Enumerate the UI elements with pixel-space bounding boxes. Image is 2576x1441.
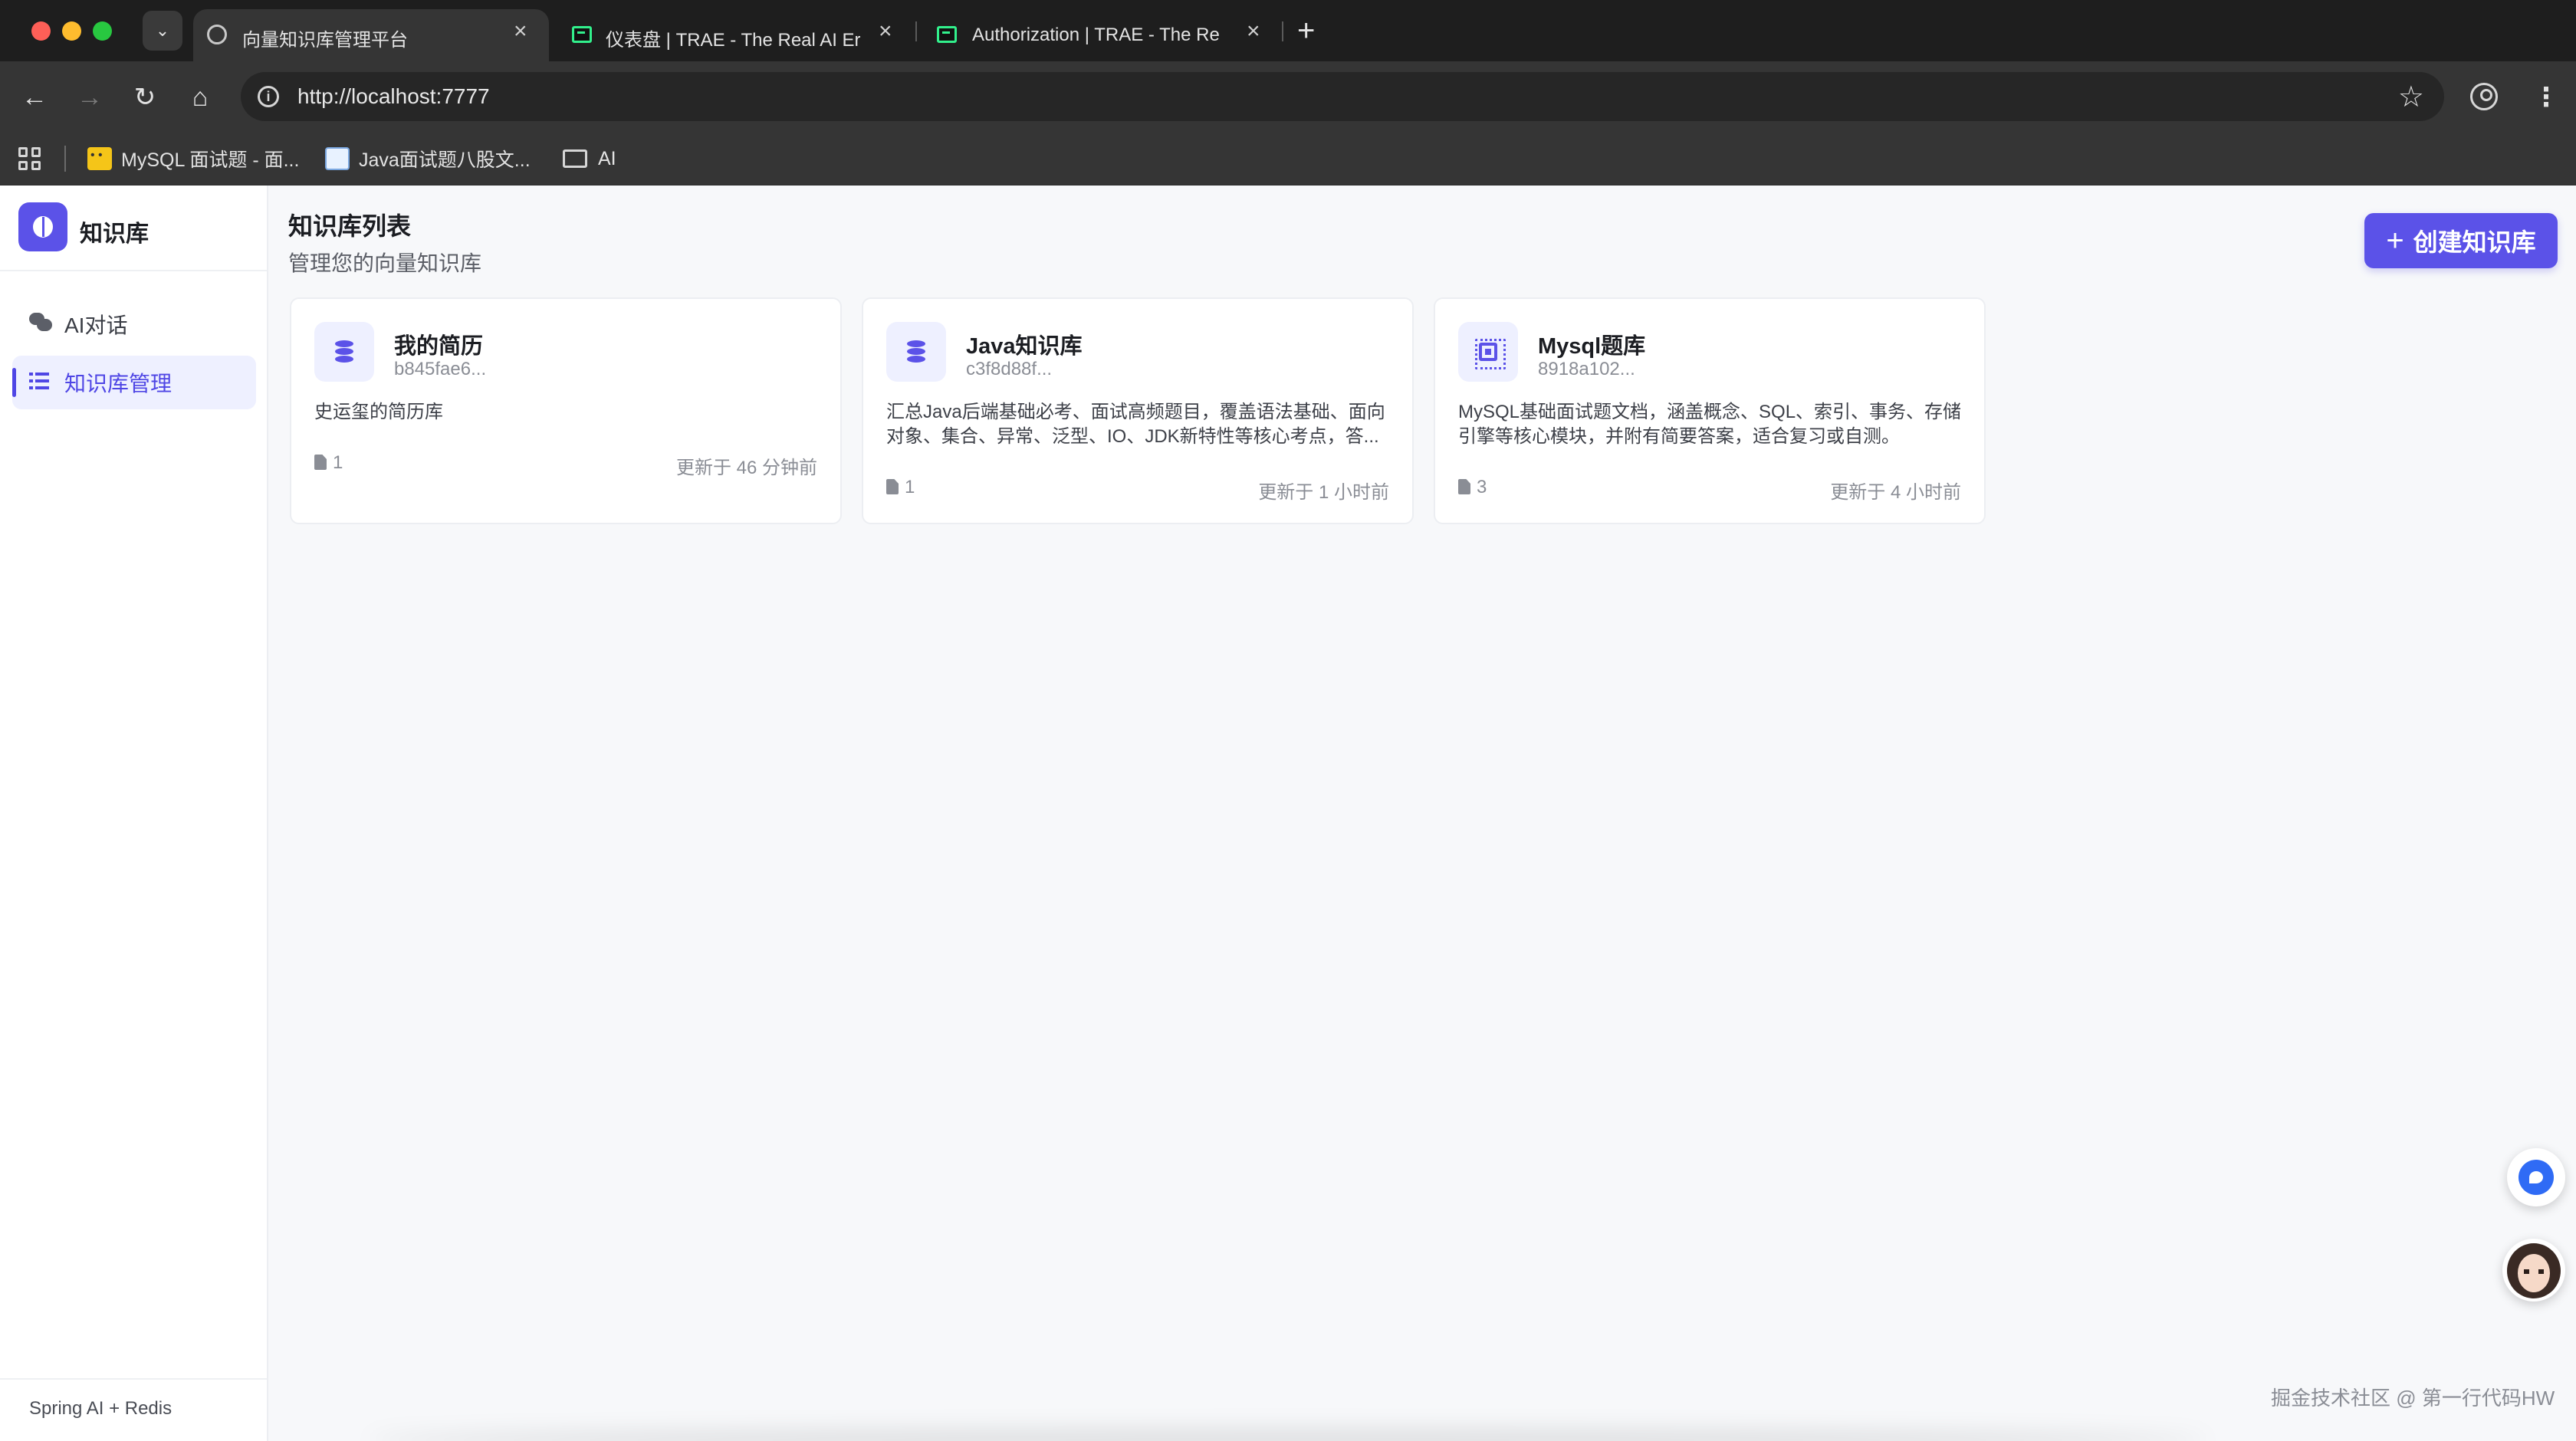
document-icon — [1458, 479, 1470, 494]
browser-toolbar: ← → ↻ ⌂ i http://localhost:7777 ☆ ⋮ — [0, 61, 2576, 132]
card-description: MySQL基础面试题文档，涵盖概念、SQL、索引、事务、存储引擎等核心模块，并附… — [1458, 402, 1962, 447]
bookmark-mysql[interactable]: MySQL 面试题 - 面... — [87, 144, 299, 173]
folder-icon — [563, 149, 587, 168]
arrow-right-icon: → — [77, 82, 103, 112]
floating-assistant-avatar[interactable] — [2502, 1239, 2565, 1301]
profile-icon[interactable] — [2470, 83, 2498, 110]
java-favicon-icon — [325, 147, 350, 170]
minimize-window-button[interactable] — [62, 21, 81, 41]
cat-favicon-icon — [87, 147, 112, 170]
updated-time: 更新于 46 分钟前 — [675, 458, 817, 478]
forward-button[interactable]: → — [72, 80, 107, 115]
card-description: 史运玺的简历库 — [314, 402, 443, 422]
bookmarks-divider — [64, 146, 66, 172]
bookmark-label: AI — [598, 147, 616, 169]
card-footer: 1 更新于 1 小时前 — [886, 477, 1389, 503]
home-icon: ⌂ — [192, 82, 209, 112]
create-knowledge-base-button[interactable]: + 创建知识库 — [2364, 213, 2558, 268]
close-icon[interactable]: × — [1247, 20, 1260, 43]
card-id: 8918a102... — [1538, 359, 1635, 379]
chip-icon — [1458, 322, 1518, 382]
tab-title: Authorization | TRAE - The Re — [972, 25, 1220, 45]
tab-knowledge-platform[interactable]: 向量知识库管理平台 × — [193, 9, 549, 61]
tab-title: 向量知识库管理平台 — [242, 30, 408, 51]
plus-icon: + — [2386, 223, 2404, 258]
card-name: 我的简历 — [394, 334, 484, 359]
page-subtitle: 管理您的向量知识库 — [288, 251, 482, 275]
tab-title: 仪表盘 | TRAE - The Real AI Er — [606, 30, 860, 51]
tech-stack-label: Spring AI + Redis — [29, 1398, 172, 1419]
trae-icon — [937, 26, 957, 43]
close-window-button[interactable] — [31, 21, 51, 41]
knowledge-base-card[interactable]: 我的简历 b845fae6... 史运玺的简历库 1 更新于 46 分钟前 — [290, 297, 842, 524]
list-icon — [29, 372, 49, 389]
sidebar-item-label: 知识库管理 — [64, 372, 172, 396]
sidebar-footer: Spring AI + Redis — [0, 1378, 267, 1441]
bookmark-label: MySQL 面试题 - 面... — [121, 149, 300, 171]
sidebar-item-label: AI对话 — [64, 313, 128, 337]
sidebar-item-ai-chat[interactable]: AI对话 — [12, 297, 256, 351]
browser-titlebar: ⌄ 向量知识库管理平台 × 仪表盘 | TRAE - The Real AI E… — [0, 0, 2576, 61]
brand-name: 知识库 — [80, 222, 149, 247]
document-icon — [314, 455, 327, 470]
sidebar: 知识库 AI对话 知识库管理 Spring AI + Redis — [0, 185, 268, 1441]
close-icon[interactable]: × — [879, 20, 892, 43]
back-button[interactable]: ← — [17, 80, 52, 115]
updated-time: 更新于 4 小时前 — [1830, 482, 1961, 503]
bookmark-folder-ai[interactable]: AI — [563, 144, 616, 173]
card-footer: 3 更新于 4 小时前 — [1458, 477, 1961, 503]
fullscreen-window-button[interactable] — [93, 21, 112, 41]
document-count: 3 — [1458, 477, 1487, 498]
chevron-down-icon: ⌄ — [155, 21, 170, 40]
app-page: 知识库 AI对话 知识库管理 Spring AI + Redis 知识库列表 管… — [0, 185, 2576, 1441]
bookmark-java[interactable]: Java面试题八股文... — [325, 144, 531, 173]
document-icon — [886, 479, 899, 494]
arrow-left-icon: ← — [21, 82, 48, 112]
card-description: 汇总Java后端基础必考、面试高频题目，覆盖语法基础、面向对象、集合、异常、泛型… — [886, 402, 1385, 447]
tab-separator — [915, 21, 917, 41]
bookmark-star-icon[interactable]: ☆ — [2398, 80, 2424, 114]
chat-icon — [29, 312, 52, 331]
card-id: b845fae6... — [394, 359, 487, 379]
knowledge-base-card[interactable]: Mysql题库 8918a102... MySQL基础面试题文档，涵盖概念、SQ… — [1434, 297, 1986, 524]
document-count: 1 — [314, 452, 343, 474]
kebab-menu-icon[interactable]: ⋮ — [2533, 84, 2559, 110]
url-text[interactable]: http://localhost:7777 — [297, 84, 490, 109]
home-button[interactable]: ⌂ — [182, 80, 218, 115]
brain-logo-icon — [18, 202, 67, 251]
tab-separator — [1282, 21, 1283, 41]
site-info-icon[interactable]: i — [258, 86, 279, 107]
brand-header: 知识库 — [0, 185, 267, 271]
watermark: 掘金技术社区 @ 第一行代码HW — [2271, 1387, 2555, 1410]
tab-trae-authorization[interactable]: Authorization | TRAE - The Re × — [926, 9, 1279, 61]
tab-trae-dashboard[interactable]: 仪表盘 | TRAE - The Real AI Er × — [560, 9, 903, 61]
document-count: 1 — [886, 477, 915, 498]
bookmark-label: Java面试题八股文... — [359, 149, 531, 171]
reload-icon: ↻ — [133, 83, 156, 112]
card-footer: 1 更新于 46 分钟前 — [314, 452, 817, 478]
globe-icon — [207, 25, 227, 44]
floating-chat-button[interactable] — [2507, 1148, 2565, 1206]
database-icon — [886, 322, 946, 382]
card-name: Java知识库 — [966, 334, 1083, 359]
new-tab-button[interactable]: + — [1297, 14, 1315, 48]
sidebar-item-knowledge-management[interactable]: 知识库管理 — [12, 356, 256, 409]
close-icon[interactable]: × — [514, 20, 527, 43]
address-bar[interactable]: i http://localhost:7777 ☆ — [241, 72, 2444, 121]
card-id: c3f8d88f... — [966, 359, 1053, 379]
trae-icon — [572, 26, 592, 43]
page-title: 知识库列表 — [288, 212, 412, 240]
create-button-label: 创建知识库 — [2413, 228, 2536, 256]
bookmarks-bar: MySQL 面试题 - 面... Java面试题八股文... AI — [0, 132, 2576, 185]
updated-time: 更新于 1 小时前 — [1258, 482, 1389, 503]
knowledge-base-card[interactable]: Java知识库 c3f8d88f... 汇总Java后端基础必考、面试高频题目，… — [862, 297, 1414, 524]
card-name: Mysql题库 — [1538, 334, 1646, 359]
database-icon — [314, 322, 374, 382]
main-content: 知识库列表 管理您的向量知识库 + 创建知识库 我的简历 b845fae6...… — [268, 185, 2576, 1441]
reload-button[interactable]: ↻ — [127, 80, 163, 115]
tab-search-button[interactable]: ⌄ — [143, 11, 182, 51]
apps-grid-icon[interactable] — [18, 147, 41, 170]
